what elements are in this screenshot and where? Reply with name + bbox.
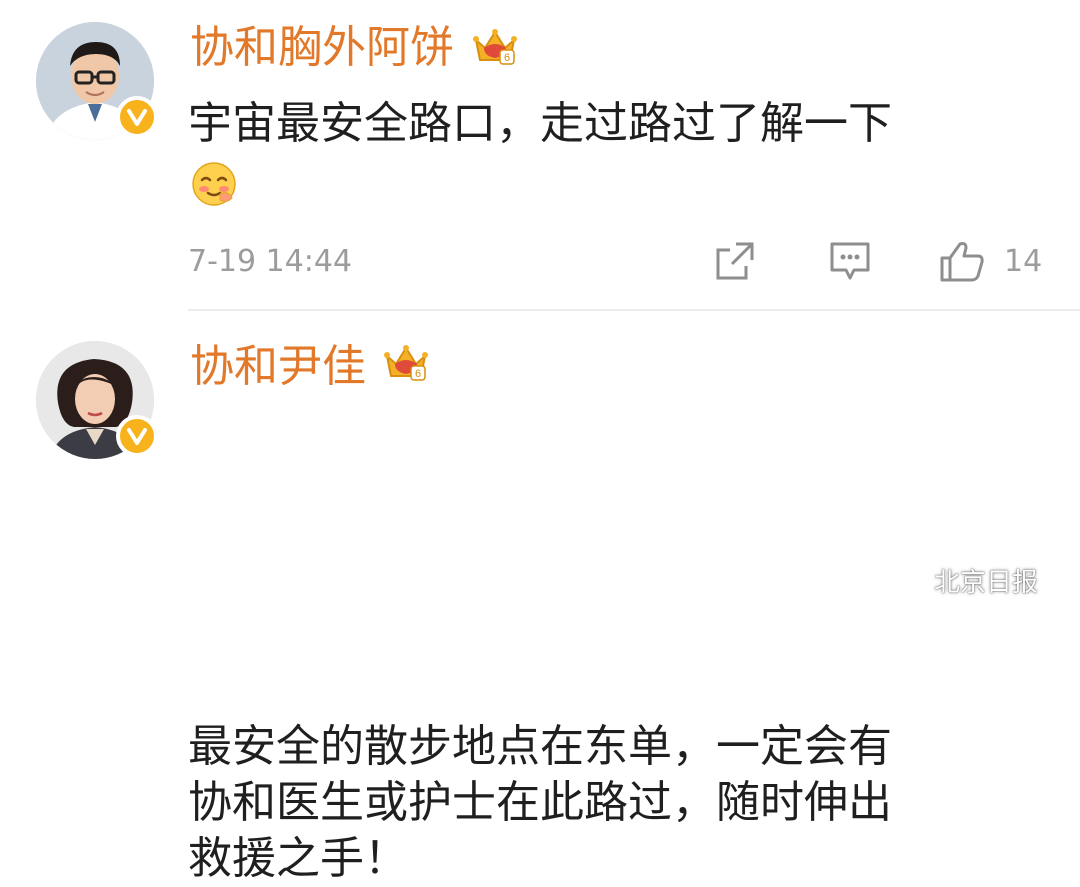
blushing-face-icon — [192, 162, 236, 206]
verified-badge-icon — [116, 415, 158, 457]
svg-text:6: 6 — [504, 52, 510, 64]
avatar[interactable] — [36, 22, 158, 140]
share-icon[interactable] — [712, 238, 758, 284]
comment-text: 最安全的散步地点在东单，一定会有 协和医生或护士在此路过，随时伸出 救援之手！ — [188, 719, 892, 887]
thumbs-up-icon — [940, 242, 984, 282]
comment-text-line: 救援之手！ — [188, 833, 408, 884]
like-count: 14 — [1004, 244, 1043, 279]
avatar[interactable] — [36, 341, 158, 459]
comment-item: 协和胸外阿饼 6 宇宙最安全路口，走过路过了解一下 7-19 14:44 14 — [0, 0, 1080, 310]
comment-time: 7-19 14:44 — [188, 244, 353, 279]
watermark-text: 北京日报 — [934, 567, 1039, 598]
username[interactable]: 协和胸外阿饼 — [190, 26, 454, 70]
watermark: 北京日报 — [888, 560, 1038, 600]
like-button[interactable]: 14 — [938, 238, 1048, 284]
comment-text-line: 最安全的散步地点在东单，一定会有 — [188, 721, 892, 772]
comment-text-line: 协和医生或护士在此路过，随时伸出 — [188, 777, 892, 828]
username[interactable]: 协和尹佳 — [190, 345, 366, 389]
crown-icon: 6 — [473, 29, 517, 65]
wechat-icon — [888, 565, 927, 594]
crown-icon: 6 — [384, 345, 428, 381]
svg-text:6: 6 — [415, 368, 421, 380]
verified-badge-icon — [116, 96, 158, 138]
comment-text: 宇宙最安全路口，走过路过了解一下 — [188, 98, 892, 149]
comment-icon[interactable] — [826, 238, 874, 284]
